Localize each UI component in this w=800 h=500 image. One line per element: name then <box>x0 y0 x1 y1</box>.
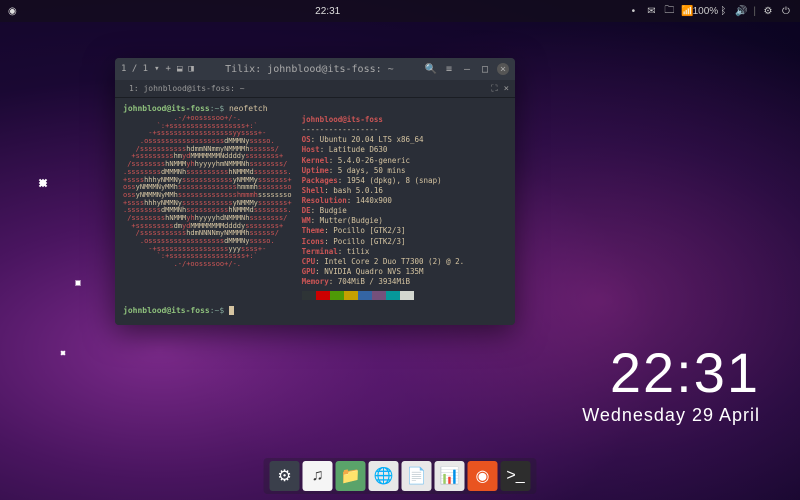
clock-date: Wednesday 29 April <box>582 405 760 426</box>
dock-ubuntu[interactable]: ◉ <box>468 461 498 491</box>
add-pane-icon[interactable]: + <box>166 64 171 74</box>
nf-line: Shell: bash 5.0.16 <box>302 186 465 196</box>
nf-line: Terminal: tilix <box>302 247 465 257</box>
tab-fullscreen-icon[interactable]: ⛶ <box>491 84 497 94</box>
network-icon[interactable]: 📶 <box>681 5 693 17</box>
pane-dropdown-icon[interactable]: ▾ <box>154 64 159 74</box>
nf-dashes: ----------------- <box>302 125 465 135</box>
neofetch-info: johnblood@its-foss ----------------- OS:… <box>302 115 465 300</box>
terminal-tabbar: 1: johnblood@its-foss: ~ ⛶ × <box>115 80 515 98</box>
nf-line: WM: Mutter(Budgie) <box>302 216 465 226</box>
activities-icon[interactable]: ◉ <box>8 6 28 17</box>
cursor <box>229 306 234 315</box>
settings-gear-icon[interactable]: ⚙ <box>762 5 774 17</box>
dock-office[interactable]: 📄 <box>402 461 432 491</box>
dock-office2[interactable]: 📊 <box>435 461 465 491</box>
dock-files[interactable]: 📁 <box>336 461 366 491</box>
nf-line: Kernel: 5.4.0-26-generic <box>302 156 465 166</box>
nf-line: Uptime: 5 days, 50 mins <box>302 166 465 176</box>
battery-text[interactable]: 100% <box>699 5 711 17</box>
prompt-userhost: johnblood@its-foss <box>123 104 210 113</box>
nf-header: johnblood@its-foss <box>302 115 383 124</box>
indicator-dot-icon[interactable]: • <box>627 5 639 17</box>
desktop-clock: 22:31 Wednesday 29 April <box>582 340 760 426</box>
mail-icon[interactable]: ✉ <box>645 5 657 17</box>
window-title: Tilix: johnblood@its-foss: ~ <box>194 64 425 75</box>
dock-terminal[interactable]: >_ <box>501 461 531 491</box>
search-icon[interactable]: 🔍 <box>425 63 437 75</box>
bluetooth-icon[interactable]: ᛒ <box>717 5 729 17</box>
power-icon[interactable]: ⏻ <box>780 5 792 17</box>
nf-line: Host: Latitude D630 <box>302 145 465 155</box>
panel-clock[interactable]: 22:31 <box>28 6 627 17</box>
terminal-content[interactable]: johnblood@its-foss:~$ neofetch .-/+oosss… <box>115 98 515 325</box>
volume-icon[interactable]: 🔊 <box>735 5 747 17</box>
split-down-icon[interactable]: ⬓ <box>177 64 182 74</box>
tab-close-icon[interactable]: × <box>504 84 509 94</box>
files-icon[interactable]: 🗀 <box>663 5 675 17</box>
nf-line: GPU: NVIDIA Quadro NVS 135M <box>302 267 465 277</box>
dock: ⚙♫📁🌐📄📊◉>_ <box>264 458 537 494</box>
minimize-button[interactable]: – <box>461 63 473 75</box>
menu-icon[interactable]: ≡ <box>443 63 455 75</box>
terminal-window: 1 / 1 ▾ + ⬓ ◨ Tilix: johnblood@its-foss:… <box>115 58 515 325</box>
nf-line: Theme: Pocillo [GTK2/3] <box>302 226 465 236</box>
clock-time: 22:31 <box>582 340 760 405</box>
nf-line: Packages: 1954 (dpkg), 8 (snap) <box>302 176 465 186</box>
dock-music[interactable]: ♫ <box>303 461 333 491</box>
dock-browser[interactable]: 🌐 <box>369 461 399 491</box>
prompt2-path: :~$ <box>210 306 224 315</box>
window-titlebar[interactable]: 1 / 1 ▾ + ⬓ ◨ Tilix: johnblood@its-foss:… <box>115 58 515 80</box>
neofetch-ascii-logo: .-/+oossssoo+/-. `:+ssssssssssssssssss+:… <box>123 115 292 300</box>
maximize-button[interactable]: □ <box>479 63 491 75</box>
terminal-tab[interactable]: 1: johnblood@its-foss: ~ <box>121 82 253 95</box>
prompt2-userhost: johnblood@its-foss <box>123 306 210 315</box>
dock-settings[interactable]: ⚙ <box>270 461 300 491</box>
pane-counter: 1 / 1 <box>121 64 148 74</box>
close-button[interactable]: × <box>497 63 509 75</box>
top-panel: ◉ 22:31 • ✉ 🗀 📶 100% ᛒ 🔊 | ⚙ ⏻ <box>0 0 800 22</box>
nf-line: CPU: Intel Core 2 Duo T7300 (2) @ 2. <box>302 257 465 267</box>
nf-line: OS: Ubuntu 20.04 LTS x86_64 <box>302 135 465 145</box>
nf-line: Resolution: 1440x900 <box>302 196 465 206</box>
nf-line: Memory: 704MiB / 3934MiB <box>302 277 465 287</box>
prompt-path: :~$ <box>210 104 224 113</box>
entered-command: neofetch <box>229 104 268 113</box>
color-palette <box>302 291 465 300</box>
nf-line: DE: Budgie <box>302 206 465 216</box>
nf-line: Icons: Pocillo [GTK2/3] <box>302 237 465 247</box>
